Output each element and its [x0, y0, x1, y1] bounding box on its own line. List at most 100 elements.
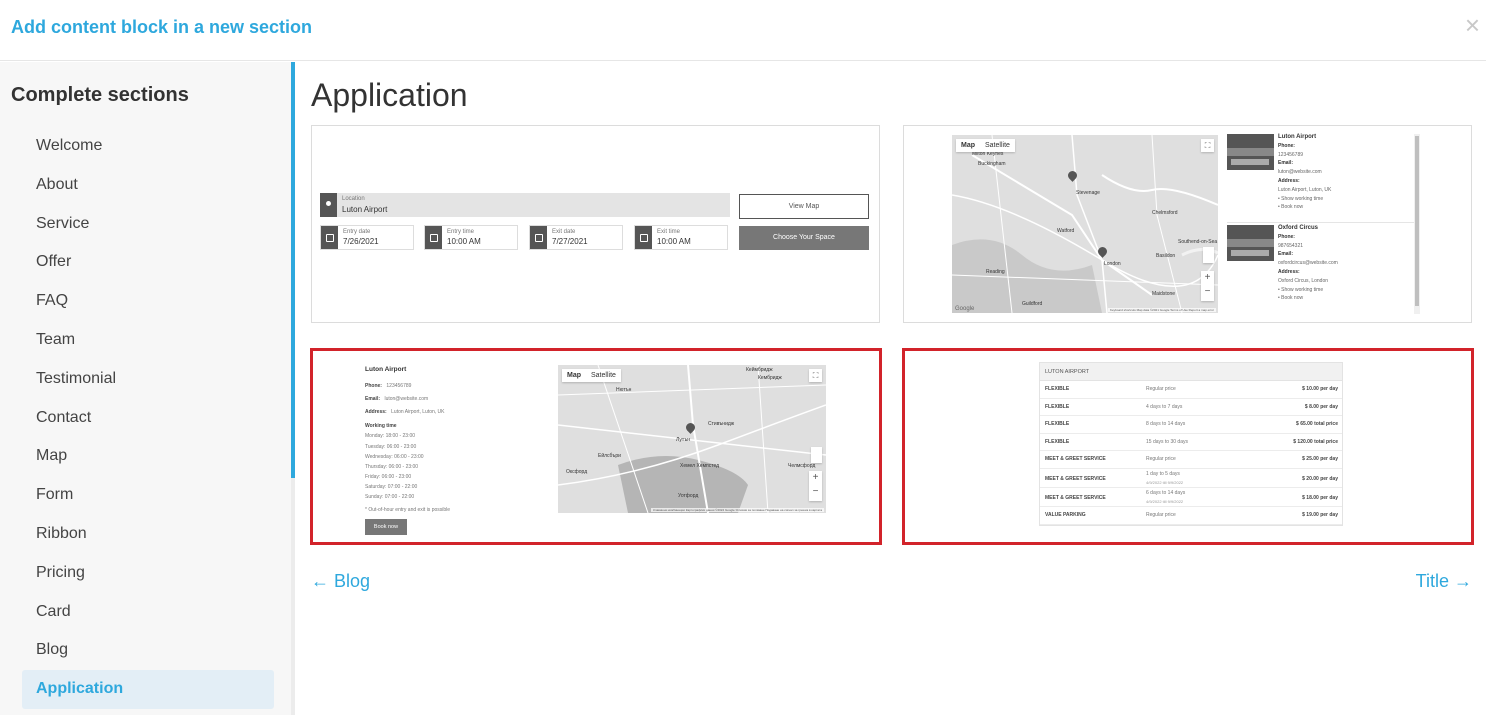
- map-preview: Кеймбридж Кембридж Лутън Стивънидж Ейлсб…: [558, 365, 826, 513]
- map-type-tabs: Map Satellite: [562, 369, 621, 382]
- dialog-header: Add content block in a new section ×: [0, 0, 1486, 61]
- choose-space-button: Choose Your Space: [739, 226, 869, 250]
- map-city-label: London: [1104, 261, 1121, 267]
- sidebar-item-contact[interactable]: Contact: [22, 399, 274, 438]
- sidebar-item-welcome[interactable]: Welcome: [22, 127, 274, 166]
- prev-section-link[interactable]: ← Blog: [311, 571, 370, 592]
- block-preview-map-list[interactable]: Milton Keynes Buckingham Stevenage Chelm…: [903, 125, 1472, 323]
- sidebar-item-form[interactable]: Form: [22, 476, 274, 515]
- plan-desc: 6 days to 14 days: [1146, 489, 1186, 496]
- sidebar: Complete sections Welcome About Service …: [0, 62, 291, 715]
- block-preview-pricing-table[interactable]: LUTON AIRPORT FLEXIBLE Regular price $ 1…: [902, 348, 1474, 545]
- location-list: Luton Airport Phone: 123456789 Email: lu…: [1227, 134, 1422, 314]
- location-label: Location: [342, 196, 365, 202]
- address-label: Address:: [365, 409, 387, 416]
- map-city-label: Basildon: [1156, 253, 1176, 259]
- map-tab: Map: [567, 372, 581, 379]
- sidebar-item-card[interactable]: Card: [22, 593, 274, 632]
- sidebar-item-team[interactable]: Team: [22, 321, 274, 360]
- location-photo: [1227, 134, 1274, 170]
- plan-desc: Regular price: [1146, 511, 1176, 518]
- map-tab: Map: [961, 142, 975, 149]
- sidebar-scrollbar-thumb[interactable]: [291, 62, 295, 478]
- plan-name: MEET & GREET SERVICE: [1045, 494, 1106, 501]
- map-type-tabs: Map Satellite: [956, 139, 1015, 152]
- sidebar-item-about[interactable]: About: [22, 166, 274, 205]
- hours-line: Tuesday: 06:00 - 23:00: [365, 443, 417, 450]
- exit-time-field: Exit time 10:00 AM: [634, 225, 728, 250]
- sidebar-heading: Complete sections: [11, 84, 189, 106]
- location-value: Luton Airport: [342, 205, 388, 214]
- address-value: Oxford Circus, London: [1278, 277, 1329, 284]
- block-preview-location-map[interactable]: Luton Airport Phone: 123456789 Email: lu…: [310, 348, 882, 545]
- location-pin-icon: [320, 193, 337, 217]
- address-value: Luton Airport, Luton, UK: [1278, 186, 1332, 193]
- map-city-label: Челмсфорд: [788, 463, 816, 469]
- email-label: Email:: [1278, 160, 1294, 167]
- map-attribution: Клавишни комбинации Картографски данни ©…: [651, 508, 824, 512]
- exit-date-value: 7/27/2021: [552, 237, 588, 246]
- phone-label: Phone:: [1278, 233, 1295, 240]
- note-text: * Out-of-hour entry and exit is possible: [365, 507, 451, 514]
- book-now-link: • Book now: [1278, 295, 1304, 302]
- plan-name: FLEXIBLE: [1045, 421, 1070, 428]
- hours-line: Saturday: 07:00 - 22:00: [365, 483, 418, 490]
- show-working-time-link: • Show working time: [1278, 286, 1324, 293]
- phone-value: 987654321: [1278, 242, 1304, 249]
- plan-price: $ 18.00 per day: [1302, 494, 1338, 501]
- list-scrollbar: [1414, 134, 1420, 314]
- next-section-link[interactable]: Title →: [1416, 571, 1472, 592]
- location-name: Oxford Circus: [1278, 225, 1319, 231]
- sidebar-item-map[interactable]: Map: [22, 437, 274, 476]
- calendar-icon: [530, 226, 547, 249]
- table-row: MEET & GREET SERVICE Regular price $ 25.…: [1040, 451, 1342, 469]
- table-row: FLEXIBLE 4 days to 7 days $ 8.00 per day: [1040, 399, 1342, 417]
- map-city-label: Southend-on-Sea: [1178, 239, 1218, 245]
- map-preview: Milton Keynes Buckingham Stevenage Chelm…: [952, 135, 1218, 313]
- phone-value: 123456789: [386, 383, 412, 390]
- plan-name: FLEXIBLE: [1045, 403, 1070, 410]
- map-city-label: Chelmsford: [1152, 210, 1178, 216]
- sidebar-item-testimonial[interactable]: Testimonial: [22, 360, 274, 399]
- zoom-controls: + −: [1201, 271, 1214, 301]
- clock-icon: [425, 226, 442, 249]
- hours-line: Sunday: 07:00 - 22:00: [365, 494, 415, 501]
- calendar-icon: [321, 226, 338, 249]
- location-photo: [1227, 225, 1274, 261]
- hours-line: Monday: 18:00 - 23:00: [365, 433, 416, 440]
- list-divider: [1227, 222, 1419, 223]
- location-name: Luton Airport: [365, 366, 407, 373]
- sidebar-item-blog[interactable]: Blog: [22, 631, 274, 670]
- table-row: FLEXIBLE 8 days to 14 days $ 65.00 total…: [1040, 416, 1342, 434]
- location-details: Luton Airport Phone: 123456789 Email: lu…: [365, 365, 525, 536]
- table-row: MEET & GREET SERVICE 6 days to 14 days 4…: [1040, 488, 1342, 507]
- page-title: Application: [311, 77, 468, 113]
- map-city-label: Maidstone: [1152, 291, 1176, 297]
- block-preview-booking-form[interactable]: Location Luton Airport Entry date 7/26/2…: [311, 125, 880, 323]
- plan-price: $ 10.00 per day: [1302, 386, 1338, 392]
- plan-desc: 1 day to 5 days: [1146, 470, 1180, 477]
- clock-icon: [635, 226, 652, 249]
- zoom-controls: + −: [809, 471, 822, 501]
- google-logo: Google: [955, 306, 975, 312]
- sidebar-item-pricing[interactable]: Pricing: [22, 554, 274, 593]
- entry-date-value: 7/26/2021: [343, 237, 379, 246]
- show-working-time-link: • Show working time: [1278, 195, 1324, 202]
- exit-date-label: Exit date: [552, 229, 576, 235]
- map-city-label: Оксфорд: [566, 469, 588, 475]
- exit-date-field: Exit date 7/27/2021: [529, 225, 623, 250]
- close-icon[interactable]: ×: [1465, 12, 1480, 38]
- email-label: Email:: [365, 396, 381, 403]
- plan-name: FLEXIBLE: [1045, 438, 1070, 445]
- satellite-tab: Satellite: [985, 142, 1010, 149]
- sidebar-item-ribbon[interactable]: Ribbon: [22, 515, 274, 554]
- sidebar-item-service[interactable]: Service: [22, 205, 274, 244]
- sidebar-list: Welcome About Service Offer FAQ Team Tes…: [22, 127, 274, 709]
- address-value: Luton Airport, Luton, UK: [391, 409, 445, 416]
- map-city-label: Reading: [986, 269, 1005, 275]
- sidebar-item-faq[interactable]: FAQ: [22, 282, 274, 321]
- address-label: Address:: [1278, 177, 1300, 184]
- map-attribution: Keyboard shortcuts Map data ©2021 Google…: [1107, 308, 1216, 312]
- sidebar-item-offer[interactable]: Offer: [22, 243, 274, 282]
- sidebar-item-application[interactable]: Application: [22, 670, 274, 709]
